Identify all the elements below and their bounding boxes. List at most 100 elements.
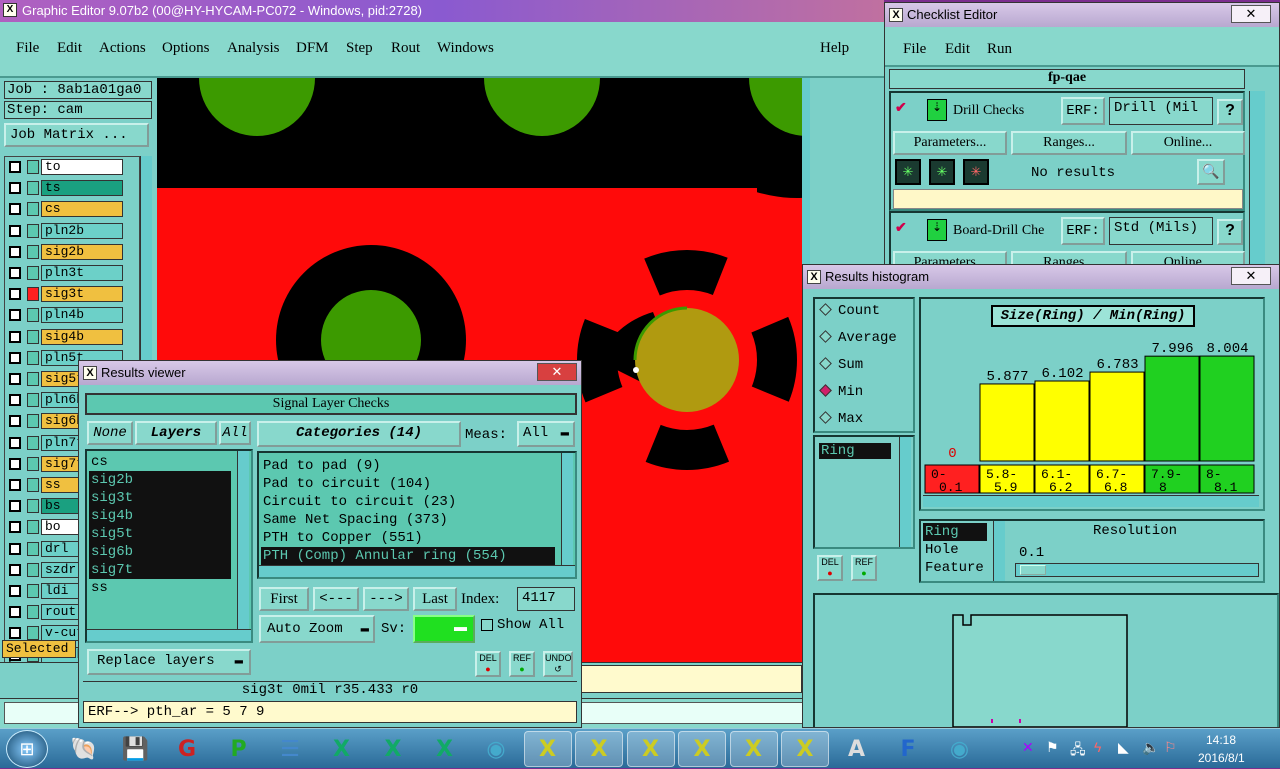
layer-color-swatch[interactable] — [27, 287, 39, 302]
document-icon[interactable]: A — [833, 731, 881, 767]
parameters-button[interactable]: Parameters... — [893, 131, 1007, 155]
layer-item[interactable]: cs — [41, 201, 123, 218]
histogram-bar[interactable] — [979, 383, 1035, 462]
layer-color-swatch[interactable] — [27, 478, 39, 492]
mode-radio-min[interactable]: Min — [819, 384, 863, 404]
layer-color-swatch[interactable] — [27, 414, 39, 429]
layer-color-swatch[interactable] — [27, 329, 39, 344]
menu-analysis[interactable]: Analysis — [227, 40, 280, 57]
menu-help[interactable]: Help — [820, 40, 849, 57]
zoom-results-icon[interactable]: 🔍 — [1197, 159, 1225, 185]
category-item[interactable]: Pad to circuit (104) — [261, 475, 555, 493]
layer-color-swatch[interactable] — [27, 266, 39, 280]
clock-date[interactable]: 2016/8/1 — [1198, 751, 1245, 765]
replace-layers-dropdown[interactable]: Replace layers ▬ — [87, 649, 251, 675]
layer-checkbox[interactable] — [9, 224, 21, 237]
histogram-ref-button[interactable]: REF ● — [851, 555, 877, 581]
layer-color-swatch[interactable] — [27, 393, 39, 408]
layer-color-swatch[interactable] — [27, 605, 39, 620]
mode-radio-max[interactable]: Max — [819, 411, 863, 431]
p-app-icon[interactable]: P — [215, 731, 263, 767]
histogram-bar[interactable] — [1034, 380, 1090, 462]
layer-checkbox[interactable] — [9, 288, 21, 301]
categories-button[interactable]: Categories (14) — [257, 421, 461, 447]
excel-icon-2[interactable]: X — [369, 731, 417, 767]
layer-color-swatch[interactable] — [27, 456, 39, 471]
histogram-bar[interactable] — [1089, 371, 1145, 462]
tray-x-icon[interactable]: ✕ — [1022, 739, 1034, 756]
sv-color-dropdown[interactable]: ▬ — [413, 615, 475, 643]
auto-zoom-dropdown[interactable]: Auto Zoom ▬ — [259, 615, 375, 643]
checklist-close-button[interactable]: ✕ — [1231, 5, 1271, 23]
layer-color-swatch[interactable] — [27, 562, 39, 577]
layer-checkbox[interactable] — [9, 457, 21, 470]
help-button-2[interactable]: ? — [1217, 219, 1243, 245]
viewer-layer-scroll[interactable] — [237, 451, 249, 629]
histogram-type-item[interactable]: Hole — [923, 541, 987, 559]
checklist-menu-file[interactable]: File — [903, 41, 926, 58]
ranges-button[interactable]: Ranges... — [1011, 131, 1127, 155]
viewer-layer-item[interactable]: sig5t — [89, 525, 231, 543]
layer-color-swatch[interactable] — [27, 584, 39, 598]
frontline-icon-1[interactable]: X — [523, 731, 572, 767]
prev-button[interactable]: <--- — [313, 587, 359, 611]
layer-color-swatch[interactable] — [27, 223, 39, 238]
viewer-layer-item[interactable]: ss — [89, 579, 231, 597]
excel-icon-1[interactable]: X — [318, 731, 366, 767]
layer-color-swatch[interactable] — [27, 181, 39, 196]
layer-checkbox[interactable] — [9, 161, 21, 173]
meas-dropdown[interactable]: All ▬ — [517, 421, 575, 447]
histogram-hscroll[interactable] — [923, 495, 1259, 507]
checklist-menu-edit[interactable]: Edit — [945, 41, 970, 58]
viewer-del-button[interactable]: DEL ● — [475, 651, 501, 677]
tray-action-center-icon[interactable]: ⚐ — [1164, 739, 1177, 756]
menu-step[interactable]: Step — [346, 40, 373, 57]
layer-checkbox[interactable] — [9, 585, 21, 597]
layer-checkbox[interactable] — [9, 500, 21, 513]
viewer-close-button[interactable]: ✕ — [537, 363, 577, 381]
layer-checkbox[interactable] — [9, 267, 21, 279]
layer-item[interactable]: pln3t — [41, 265, 123, 281]
viewer-undo-button[interactable]: UNDO ↺ — [543, 651, 573, 677]
layer-item[interactable]: sig4b — [41, 328, 123, 345]
help-button[interactable]: ? — [1217, 99, 1243, 125]
frontline-icon-3[interactable]: X — [626, 731, 675, 767]
job-matrix-button[interactable]: Job Matrix ... — [4, 123, 149, 147]
category-item[interactable]: Circuit to circuit (23) — [261, 493, 555, 511]
menu-edit[interactable]: Edit — [57, 40, 82, 57]
layer-color-swatch[interactable] — [27, 202, 39, 217]
layer-color-swatch[interactable] — [27, 626, 39, 641]
frontline-icon-6[interactable]: X — [781, 731, 829, 767]
category-hscroll[interactable] — [259, 565, 575, 577]
viewer-layer-item[interactable]: sig3t — [89, 489, 231, 507]
eye-app-icon-2[interactable]: ◉ — [936, 731, 984, 767]
tray-flash-icon[interactable]: ϟ — [1094, 739, 1101, 755]
tray-signal-icon[interactable]: ◣ — [1118, 739, 1129, 756]
histogram-type-item[interactable]: Feature — [923, 559, 987, 577]
layer-color-swatch[interactable] — [27, 160, 39, 174]
category-scroll[interactable] — [561, 453, 573, 565]
frontline-icon-5[interactable]: X — [729, 731, 778, 767]
viewer-layer-item[interactable]: sig2b — [89, 471, 231, 489]
layer-checkbox[interactable] — [9, 415, 21, 428]
save-icon[interactable]: 💾 — [112, 731, 160, 767]
clock-time[interactable]: 14:18 — [1206, 733, 1236, 747]
mode-radio-count[interactable]: Count — [819, 303, 880, 323]
layer-checkbox[interactable] — [9, 203, 21, 216]
histogram-list-scroll[interactable] — [899, 437, 911, 547]
all-button[interactable]: All — [219, 421, 251, 445]
show-all-checkbox[interactable] — [481, 619, 493, 631]
category-item[interactable]: PTH to Copper (551) — [261, 529, 555, 547]
layer-color-swatch[interactable] — [27, 520, 39, 535]
type-list-scroll[interactable] — [993, 521, 1005, 581]
frontline-icon-2[interactable]: X — [575, 731, 623, 767]
histogram-close-button[interactable]: ✕ — [1231, 267, 1271, 285]
graphic-g-icon[interactable]: G — [163, 731, 211, 767]
viewer-layer-item[interactable]: sig7t — [89, 561, 231, 579]
layer-color-swatch[interactable] — [27, 308, 39, 323]
histogram-type-item[interactable]: Ring — [923, 523, 987, 541]
menu-rout[interactable]: Rout — [391, 40, 420, 57]
layers-button[interactable]: Layers — [135, 421, 217, 445]
checklist-scrollbar[interactable] — [1249, 91, 1265, 269]
viewer-layer-hscroll[interactable] — [87, 629, 251, 641]
